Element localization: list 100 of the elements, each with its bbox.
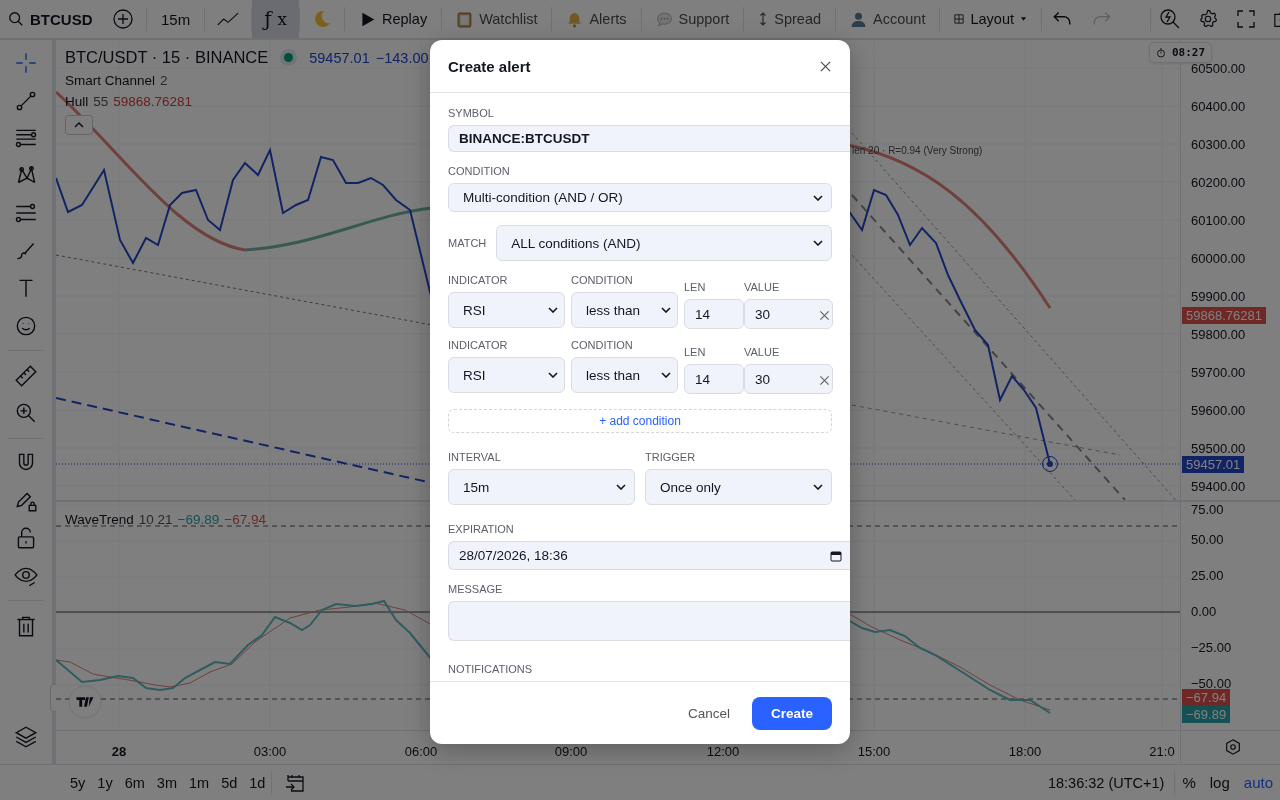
range-button[interactable]: 5y: [64, 767, 92, 798]
indicator-select[interactable]: RSI: [448, 292, 565, 329]
quick-search-icon[interactable]: [1159, 8, 1181, 30]
account-button[interactable]: Account: [836, 0, 940, 38]
match-select[interactable]: ALL conditions (AND): [496, 225, 832, 262]
symbol-search[interactable]: BTCUSD: [30, 10, 94, 28]
add-condition-button[interactable]: + add condition: [448, 409, 832, 434]
indicator-value: −69.89: [177, 512, 220, 527]
value-tag: −67.94: [1182, 689, 1231, 706]
ruler-icon[interactable]: [13, 362, 39, 389]
message-field[interactable]: [448, 601, 850, 641]
field-label: INDICATOR: [448, 339, 509, 352]
range-button[interactable]: 1m: [182, 767, 216, 798]
price-label: 60500.00: [1191, 62, 1246, 76]
channel-label: len 20 · R=0.94 (Very Strong): [852, 145, 983, 156]
length-field[interactable]: 14: [684, 299, 744, 330]
add-symbol-icon[interactable]: [112, 8, 134, 30]
field-label: EXPIRATION: [448, 523, 514, 536]
trigger-select[interactable]: Once only: [645, 469, 832, 506]
price-tag: 59868.76281: [1182, 307, 1266, 324]
spread-button[interactable]: Spread: [744, 0, 836, 38]
countdown-badge: 08:27: [1149, 42, 1213, 63]
field-label: LEN: [684, 346, 707, 359]
time-label: 15:00: [857, 744, 891, 759]
expiration-field[interactable]: 28/07/2026, 18:36: [448, 541, 850, 571]
operator-select[interactable]: less than: [571, 292, 678, 329]
field-label: CONDITION: [571, 339, 634, 352]
indicator-params: 10 21: [138, 512, 173, 527]
interval-select[interactable]: 15m: [448, 469, 635, 506]
logo-icon[interactable]: [68, 685, 102, 719]
indicator-name: Smart Channel: [65, 73, 156, 88]
chevron-icon: [813, 484, 823, 491]
price-label: 59700.00: [1191, 366, 1246, 380]
field-label: VALUE: [744, 281, 781, 294]
scale-button[interactable]: auto: [1236, 767, 1280, 798]
field-label: TRIGGER: [645, 451, 697, 464]
indicator-select[interactable]: RSI: [448, 357, 565, 394]
caret-icon: [1020, 16, 1027, 22]
layers-icon[interactable]: [13, 724, 39, 750]
watchlist-button[interactable]: Watchlist: [442, 0, 552, 38]
time-label: 06:00: [404, 744, 438, 759]
fullscreen-icon[interactable]: [1235, 8, 1257, 30]
remove-icon[interactable]: [819, 375, 830, 387]
speech-bubble-icon: [655, 10, 673, 28]
time-label: 12:00: [706, 744, 740, 759]
grid-icon: [954, 12, 965, 26]
time-label: 18:00: [1008, 744, 1042, 759]
interval-button[interactable]: 15m: [147, 0, 205, 38]
length-field[interactable]: 14: [684, 364, 744, 395]
chevron-icon: [661, 307, 671, 314]
field-label: CONDITION: [571, 274, 634, 287]
chevron-icon: [813, 194, 823, 201]
chevron-icon: [661, 372, 671, 379]
range-button[interactable]: 6m: [118, 767, 151, 798]
oscillator-label: 25.00: [1191, 569, 1224, 583]
support-button[interactable]: Support: [641, 0, 744, 38]
last-price: 59457.01: [309, 49, 370, 66]
create-button[interactable]: Create: [751, 696, 832, 730]
alerts-button[interactable]: Alerts: [552, 0, 641, 38]
indicator-value: −67.94: [224, 512, 266, 527]
close-icon[interactable]: [819, 59, 832, 73]
chart-title: BTC/USDT · 15 · BINANCE: [65, 48, 269, 67]
price-label: 59800.00: [1191, 328, 1246, 342]
scale-button[interactable]: %: [1175, 767, 1203, 798]
price-label: 60400.00: [1191, 100, 1246, 114]
price-label: 60100.00: [1191, 214, 1246, 228]
search-icon[interactable]: [8, 11, 24, 27]
settings-icon[interactable]: [1197, 8, 1219, 30]
scale-button[interactable]: log: [1202, 767, 1237, 798]
cancel-button[interactable]: Cancel: [687, 697, 730, 729]
value-field[interactable]: 30: [744, 299, 833, 330]
field-label: CONDITION: [448, 165, 510, 178]
field-label: MESSAGE: [448, 583, 503, 596]
clock: 18:36:32 (UTC+1): [1047, 774, 1165, 791]
oscillator-label: 75.00: [1191, 503, 1224, 517]
symbol-field[interactable]: BINANCE:BTCUSDT: [448, 125, 850, 153]
range-button[interactable]: 1d: [243, 767, 272, 798]
range-button[interactable]: 3m: [150, 767, 183, 798]
up-down-arrow-icon: [758, 12, 769, 26]
timer-icon: [1156, 47, 1166, 58]
value-field[interactable]: 30: [744, 364, 833, 395]
replay-button[interactable]: Replay: [345, 0, 442, 38]
operator-select[interactable]: less than: [571, 357, 678, 394]
oscillator-label: −50.00: [1191, 677, 1232, 691]
play-icon: [359, 10, 376, 28]
indicator-name: WaveTrend: [65, 512, 134, 527]
field-label: LEN: [684, 281, 707, 294]
price-label: 59600.00: [1191, 404, 1246, 418]
settings-icon[interactable]: [1223, 738, 1242, 756]
price-label: 60000.00: [1191, 252, 1246, 266]
field-label: INDICATOR: [448, 274, 509, 287]
layout-button[interactable]: Layout: [940, 0, 1041, 38]
remove-icon[interactable]: [819, 310, 830, 322]
condition-select[interactable]: Multi-condition (AND / OR): [448, 183, 832, 213]
range-button[interactable]: 5d: [215, 767, 244, 798]
clipboard-icon: [456, 10, 474, 28]
range-button[interactable]: 1y: [91, 767, 119, 798]
indicator-value: 59868.76281: [113, 94, 193, 109]
field-label: SYMBOL: [448, 107, 494, 119]
time-label: 21:0: [1149, 744, 1175, 759]
